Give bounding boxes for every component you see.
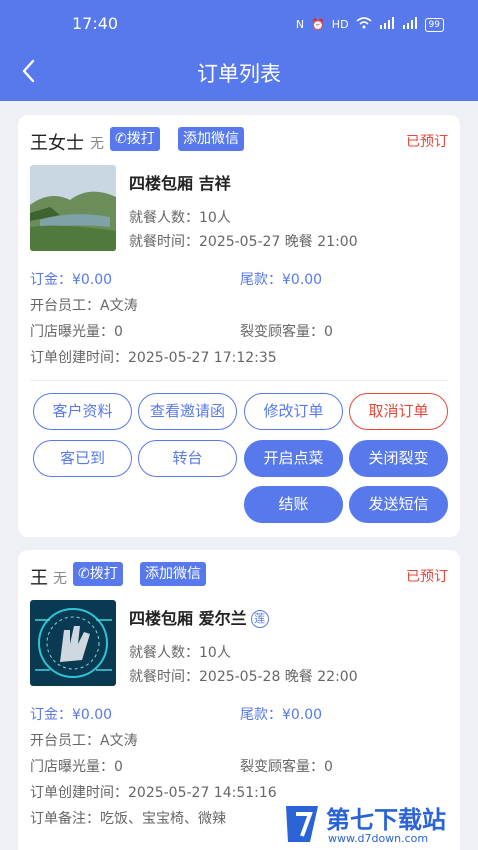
deposit: 订金：¥0.00 [30,272,113,288]
modify-order-button[interactable]: 修改订单 [244,393,343,430]
phone-icon: ✆ [78,566,90,582]
call-label: 拨打 [89,566,118,582]
add-wechat-button[interactable]: 添加微信 [178,127,244,151]
status-badge: 已预订 [406,134,448,150]
order-remark: 订单备注：吃饭、宝宝椅、微辣 [30,811,226,827]
customer-name: 王女士 [30,133,84,154]
phone-icon: ✆ [115,131,127,147]
room-name: 四楼包厢 爱尔兰莲 [129,605,269,629]
watermark-url: www.d7down.com [328,832,429,845]
wifi-icon [356,17,372,32]
customer-gender: 无 [90,136,104,152]
cancel-order-button[interactable]: 取消订单 [349,393,448,430]
balance: 尾款：¥0.00 [240,707,323,723]
customer-gender: 无 [53,571,67,587]
hd-icon: HD [331,18,349,31]
deposit: 订金：¥0.00 [30,707,113,723]
room-name-text: 四楼包厢 爱尔兰 [129,609,247,628]
battery-icon: 99 [424,17,444,32]
room-photo [30,165,116,251]
created-time: 订单创建时间：2025-05-27 17:12:35 [30,350,277,366]
created-time: 订单创建时间：2025-05-27 14:51:16 [30,785,277,801]
transfer-table-button[interactable]: 转台 [138,440,237,477]
fission-customers: 裂变顾客量：0 [240,324,333,340]
store-exposure: 门店曝光量：0 [30,324,123,340]
dine-time: 就餐时间：2025-05-27 晚餐 21:00 [129,234,358,250]
call-button[interactable]: ✆拨打 [110,127,160,151]
status-bar: 17:40 N ⏰ HD 99 [0,0,478,50]
call-button[interactable]: ✆拨打 [73,562,123,586]
guest-arrived-button[interactable]: 客已到 [33,440,132,477]
status-badge: 已预订 [406,569,448,585]
balance: 尾款：¥0.00 [240,272,323,288]
room-name: 四楼包厢 吉祥 [129,174,231,193]
app-header: 17:40 N ⏰ HD 99 订单列表 [0,0,478,101]
watermark-logo-icon [286,806,318,842]
staff: 开台员工：A文涛 [30,298,138,314]
customer-info-button[interactable]: 客户资料 [33,393,132,430]
close-fission-button[interactable]: 关闭裂变 [349,440,448,477]
status-icons: N ⏰ HD 99 [296,17,444,32]
alarm-icon: ⏰ [311,18,325,31]
guest-count: 就餐人数：10人 [129,210,231,226]
staff: 开台员工：A文涛 [30,733,138,749]
order-card: 王女士 无 ✆拨打 添加微信 已预订 四楼包厢 吉祥 就餐人数：10人 就餐时间… [18,115,460,537]
call-label: 拨打 [126,131,155,147]
fission-customers: 裂变顾客量：0 [240,759,333,775]
customer-name: 王 [30,568,48,589]
store-exposure: 门店曝光量：0 [30,759,123,775]
view-invitation-button[interactable]: 查看邀请函 [138,393,237,430]
send-sms-button[interactable]: 发送短信 [349,486,448,523]
watermark: 第七下载站 www.d7down.com [282,798,478,850]
signal-icon [402,17,418,32]
add-wechat-button[interactable]: 添加微信 [140,562,206,586]
signal-icon [379,17,395,32]
order-food-button[interactable]: 开启点菜 [244,440,343,477]
page-title: 订单列表 [197,62,281,86]
status-time: 17:40 [72,14,119,33]
room-badge: 莲 [250,610,269,628]
nfc-icon: N [295,18,305,31]
watermark-title: 第七下载站 [326,806,446,834]
guest-count: 就餐人数：10人 [129,645,231,661]
dine-time: 就餐时间：2025-05-28 晚餐 22:00 [129,669,358,685]
divider [30,380,448,381]
checkout-button[interactable]: 结账 [244,486,343,523]
room-photo [30,600,116,686]
